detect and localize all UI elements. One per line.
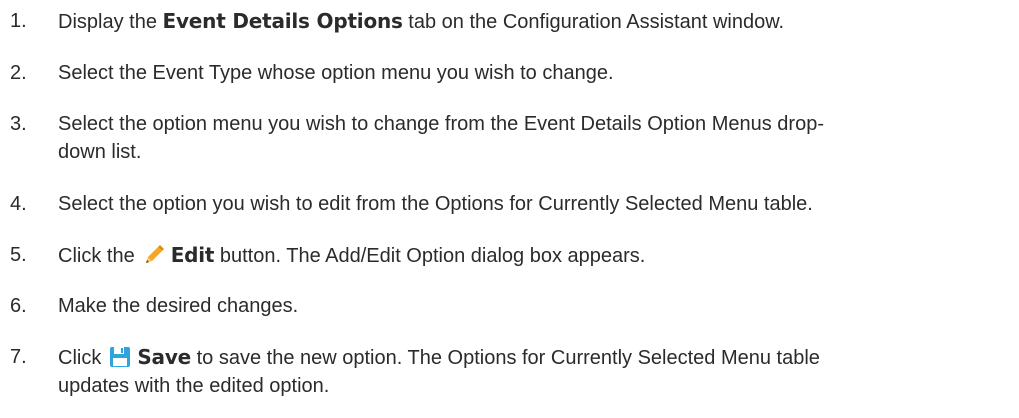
step-number: 1. <box>10 10 27 32</box>
ui-term: Edit <box>170 243 215 267</box>
step-number: 7. <box>10 346 27 368</box>
step-text-part: Click <box>58 347 102 369</box>
step-text-part: Display the <box>58 11 163 33</box>
step-number: 3. <box>10 113 27 135</box>
step-number: 6. <box>10 295 27 317</box>
step-text: Select the Event Type whose option menu … <box>58 62 614 84</box>
step-number: 4. <box>10 193 27 215</box>
step-text-line: down list. <box>58 141 142 163</box>
step-text: Click the Edit button. The Add/Edit Optio… <box>58 241 988 270</box>
step-text-part: button. The Add/Edit Option dialog box a… <box>214 245 646 267</box>
step-text: Make the desired changes. <box>58 295 299 317</box>
step-text-part: tab on the Configuration Assistant windo… <box>402 11 785 33</box>
step-text-part: to save the new option. The Options for … <box>191 347 820 369</box>
step-text-line: updates with the edited option. <box>58 375 330 397</box>
step-number: 2. <box>10 62 27 84</box>
step-text: Click Save to save the new option. The Op… <box>58 343 988 400</box>
step-text: Select the option menu you wish to chang… <box>58 110 988 166</box>
save-icon <box>109 346 131 368</box>
ui-term: Event Details Options <box>162 9 403 33</box>
step-text: Select the option you wish to edit from … <box>58 193 813 215</box>
step-text-line: Select the option menu you wish to chang… <box>58 113 824 135</box>
step-number: 5. <box>10 244 27 266</box>
pencil-icon <box>143 244 165 266</box>
step-text-part: Click the <box>58 245 135 267</box>
step-text: Display the Event Details Options tab on… <box>58 7 988 36</box>
ui-term: Save <box>137 345 192 369</box>
